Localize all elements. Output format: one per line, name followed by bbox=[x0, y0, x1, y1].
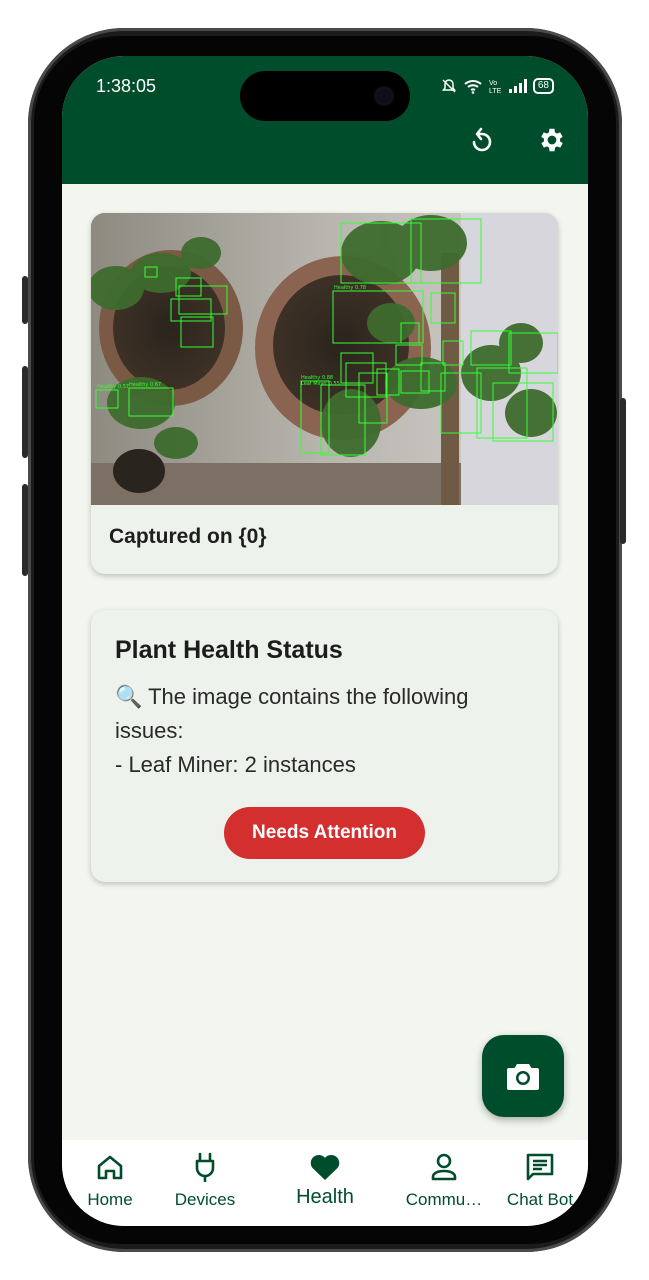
person-icon bbox=[431, 1153, 457, 1181]
nav-label-devices: Devices bbox=[174, 1190, 236, 1209]
mute-switch bbox=[22, 276, 28, 324]
plant-health-card: Plant Health Status 🔍 The image contains… bbox=[91, 610, 558, 882]
svg-text:LTE: LTE bbox=[489, 88, 502, 94]
nav-item-home[interactable]: Home bbox=[62, 1150, 158, 1210]
bottom-navigation: Home Devices Health Commu… Chat Bot bbox=[62, 1140, 588, 1226]
capture-photo-button[interactable] bbox=[482, 1035, 564, 1117]
nav-item-chat-bot[interactable]: Chat Bot bbox=[492, 1150, 588, 1210]
capture-caption: Captured on {0} bbox=[109, 525, 267, 548]
plug-icon bbox=[195, 1152, 215, 1182]
detection-label: Healthy 0.78 bbox=[334, 285, 366, 291]
battery-icon: 68 bbox=[532, 78, 554, 94]
screen: 1:38:05 Vo LTE 68 Healthy 0.57 Healthy 0… bbox=[62, 56, 588, 1226]
nav-item-devices[interactable]: Devices bbox=[157, 1150, 253, 1210]
refresh-button[interactable] bbox=[464, 122, 500, 158]
health-card-title: Plant Health Status bbox=[115, 636, 343, 664]
nav-label-health: Health bbox=[296, 1186, 354, 1208]
chat-icon bbox=[526, 1153, 554, 1181]
volte-icon: VoLTE bbox=[489, 80, 502, 94]
home-icon bbox=[97, 1155, 123, 1180]
wifi-icon bbox=[464, 80, 482, 94]
gear-icon bbox=[541, 128, 563, 152]
power-button bbox=[620, 398, 626, 544]
nav-label-community: Commu… bbox=[405, 1190, 483, 1209]
dynamic-island bbox=[240, 71, 410, 121]
nav-label-home: Home bbox=[87, 1190, 133, 1209]
svg-text:Vo: Vo bbox=[489, 80, 497, 87]
detection-label: Healthy 0.67 bbox=[129, 382, 161, 388]
volume-up-button bbox=[22, 366, 28, 458]
detection-label: Leaf Miner 0.55 bbox=[301, 381, 340, 387]
plant-detection-photo: Healthy 0.57 Healthy 0.67 Healthy 0.78 H… bbox=[91, 213, 558, 505]
app-bar: 1:38:05 Vo LTE 68 bbox=[62, 56, 588, 184]
health-message-line: issues: bbox=[115, 718, 184, 743]
captured-image-card: Healthy 0.57 Healthy 0.67 Healthy 0.78 H… bbox=[91, 213, 558, 574]
needs-attention-button[interactable]: Needs Attention bbox=[224, 807, 425, 859]
settings-button[interactable] bbox=[534, 122, 570, 158]
issue-item: - Leaf Miner: 2 instances bbox=[115, 752, 356, 777]
nav-label-chat-bot: Chat Bot bbox=[506, 1190, 574, 1209]
detection-label: Healthy 0.57 bbox=[97, 384, 129, 390]
refresh-icon bbox=[472, 127, 492, 152]
nav-item-community[interactable]: Commu… bbox=[396, 1150, 492, 1210]
signal-icon bbox=[508, 79, 527, 93]
front-camera bbox=[374, 86, 394, 106]
volume-down-button bbox=[22, 484, 28, 576]
status-icons: Vo LTE 68 bbox=[441, 78, 554, 94]
health-message-line: 🔍 The image contains the following bbox=[115, 684, 469, 709]
nav-item-health[interactable]: Health bbox=[277, 1150, 373, 1209]
heart-icon bbox=[310, 1154, 340, 1180]
bell-muted-icon bbox=[441, 79, 456, 93]
status-time: 1:38:05 bbox=[96, 76, 157, 96]
camera-icon bbox=[507, 1064, 539, 1090]
